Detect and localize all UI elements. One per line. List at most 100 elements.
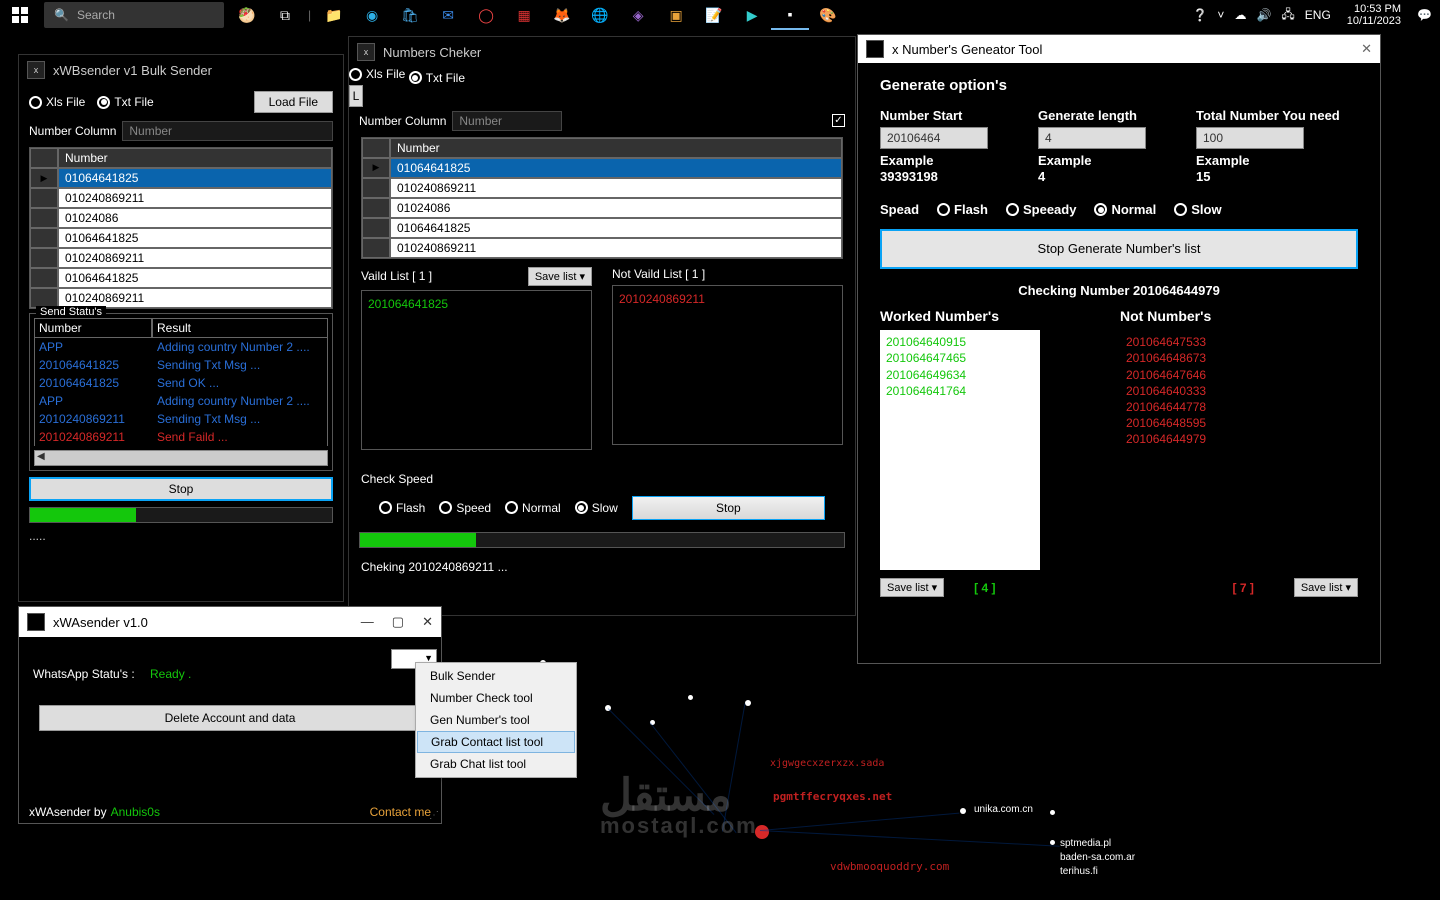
chrome-icon[interactable]: 🌐 <box>581 0 619 30</box>
total-number-input[interactable] <box>1196 127 1304 149</box>
close-icon[interactable]: ✕ <box>1361 41 1372 57</box>
generate-length-input[interactable] <box>1038 127 1146 149</box>
app-icon[interactable]: ▦ <box>505 0 543 30</box>
title-bar[interactable]: x x Number's Geneator Tool ✕ <box>858 35 1380 63</box>
slow-radio[interactable]: Slow <box>1174 202 1221 217</box>
title-bar[interactable]: x xWBsender v1 Bulk Sender <box>19 55 343 85</box>
whatsapp-status-label: WhatsApp Statu's : <box>33 667 135 681</box>
number-column-combo[interactable]: Number <box>452 111 562 131</box>
table-row[interactable]: 010240869211 <box>362 178 842 198</box>
valid-list[interactable]: 201064641825 <box>361 290 592 450</box>
clock[interactable]: 10:53 PM 10/11/2023 <box>1341 3 1407 27</box>
menu-item[interactable]: Number Check tool <box>416 687 576 709</box>
menu-item[interactable]: Grab Contact list tool <box>417 731 575 753</box>
task-view-icon[interactable]: ⧉ <box>266 0 304 30</box>
search-box[interactable]: 🔍 Search <box>44 2 224 28</box>
media-icon[interactable]: ▶ <box>733 0 771 30</box>
language-indicator[interactable]: ENG <box>1305 8 1331 22</box>
number-start-input[interactable] <box>880 127 988 149</box>
table-row[interactable]: 010240869211 <box>30 188 332 208</box>
chevron-up-icon[interactable]: ˅ <box>1217 8 1224 22</box>
firefox-icon[interactable]: 🦊 <box>543 0 581 30</box>
numbers-grid[interactable]: Number 010646418250102408692110102408601… <box>361 137 843 259</box>
table-row[interactable]: 01064641825 <box>30 268 332 288</box>
mail-icon[interactable]: ✉ <box>429 0 467 30</box>
tools-menu: Bulk SenderNumber Check toolGen Number's… <box>415 662 577 778</box>
table-row[interactable]: 01064641825 <box>30 228 332 248</box>
explorer-icon[interactable]: 📁 <box>315 0 353 30</box>
table-row[interactable]: 01064641825 <box>362 218 842 238</box>
scrollbar[interactable] <box>34 450 328 466</box>
numbers-checker-window: x Numbers Cheker Xls File Txt File L Num… <box>348 36 856 616</box>
menu-item[interactable]: Gen Number's tool <box>416 709 576 731</box>
store-icon[interactable]: 🛍 <box>391 0 429 30</box>
log-row: 2010240869211Send Faild ... <box>34 428 328 446</box>
table-row[interactable]: 01064641825 <box>362 158 842 178</box>
title-bar[interactable]: x xWAsender v1.0 — ▢ ✕ <box>19 607 441 637</box>
delete-account-button[interactable]: Delete Account and data <box>39 705 421 731</box>
title-bar[interactable]: x Numbers Cheker <box>349 37 855 67</box>
opera-icon[interactable]: ◯ <box>467 0 505 30</box>
list-item: 201064641764 <box>886 383 1034 399</box>
number-start-label: Number Start <box>880 108 988 123</box>
not-valid-list[interactable]: 2010240869211 <box>612 285 843 445</box>
table-row[interactable]: 01024086 <box>30 208 332 228</box>
normal-radio[interactable]: Normal <box>1094 202 1156 217</box>
worked-numbers-list[interactable]: 2010646409152010646474652010646496342010… <box>880 330 1040 570</box>
table-row[interactable]: 010240869211 <box>362 238 842 258</box>
notifications-icon[interactable]: 💬 <box>1417 8 1432 22</box>
table-row[interactable]: 01064641825 <box>30 168 332 188</box>
close-icon[interactable]: ✕ <box>422 614 433 630</box>
flash-radio[interactable]: Flash <box>937 202 988 217</box>
stop-button[interactable]: Stop <box>632 496 825 520</box>
notepad-icon[interactable]: 📝 <box>695 0 733 30</box>
table-row[interactable]: 01024086 <box>362 198 842 218</box>
taskbar-icon[interactable]: 🥙 <box>228 0 266 30</box>
start-button[interactable] <box>0 0 40 30</box>
log-row: APPAdding country Number 2 .... <box>34 392 328 410</box>
slow-radio[interactable]: Slow <box>575 501 618 515</box>
load-file-button[interactable]: Load File <box>254 91 333 113</box>
paint-icon[interactable]: 🎨 <box>809 0 847 30</box>
save-list-button[interactable]: Save list ▾ <box>1294 578 1358 597</box>
resize-grip[interactable]: ⋰ <box>429 810 437 821</box>
author-link[interactable]: Anubis0s <box>111 805 160 819</box>
table-row[interactable]: 010240869211 <box>30 288 332 308</box>
help-icon[interactable]: ❔ <box>1192 8 1207 22</box>
app-icon[interactable]: ▣ <box>657 0 695 30</box>
edge-icon[interactable]: ◉ <box>353 0 391 30</box>
not-numbers-list[interactable]: 2010646475332010646486732010646476462010… <box>1120 330 1280 570</box>
speeady-radio[interactable]: Speeady <box>1006 202 1076 217</box>
speed-radio[interactable]: Speed <box>439 501 491 515</box>
vs-icon[interactable]: ◈ <box>619 0 657 30</box>
volume-icon[interactable]: 🔊 <box>1256 8 1271 22</box>
txt-radio[interactable]: Txt File <box>409 71 465 85</box>
running-app-icon[interactable]: ▪ <box>771 0 809 30</box>
flash-radio[interactable]: Flash <box>379 501 425 515</box>
normal-radio[interactable]: Normal <box>505 501 561 515</box>
table-row[interactable]: 010240869211 <box>30 248 332 268</box>
maximize-icon[interactable]: ▢ <box>392 614 404 630</box>
not-count: [ 7 ] <box>1233 581 1254 595</box>
stop-generate-button[interactable]: Stop Generate Number's list <box>880 229 1358 269</box>
generate-options-header: Generate option's <box>880 77 1358 94</box>
log-row: 201064641825Sending Txt Msg ... <box>34 356 328 374</box>
stop-button[interactable]: Stop <box>29 477 333 501</box>
load-button[interactable]: L <box>349 85 363 107</box>
worked-count: [ 4 ] <box>974 581 995 595</box>
xls-radio[interactable]: Xls File <box>29 95 85 109</box>
save-list-button[interactable]: Save list ▾ <box>528 267 592 286</box>
onedrive-icon[interactable]: ☁ <box>1234 8 1246 22</box>
save-list-button[interactable]: Save list ▾ <box>880 578 944 597</box>
checkbox[interactable]: ✓ <box>832 114 845 127</box>
numbers-grid[interactable]: Number 010646418250102408692110102408601… <box>29 147 333 309</box>
menu-item[interactable]: Bulk Sender <box>416 665 576 687</box>
network-icon[interactable]: 🖧 <box>1281 5 1294 26</box>
menu-item[interactable]: Grab Chat list tool <box>416 753 576 775</box>
xls-radio[interactable]: Xls File <box>349 67 405 81</box>
log-row: APPAdding country Number 2 .... <box>34 338 328 356</box>
txt-radio[interactable]: Txt File <box>97 95 153 109</box>
number-column-combo[interactable]: Number <box>122 121 333 141</box>
contact-link[interactable]: Contact me <box>370 805 431 819</box>
minimize-icon[interactable]: — <box>361 614 374 630</box>
